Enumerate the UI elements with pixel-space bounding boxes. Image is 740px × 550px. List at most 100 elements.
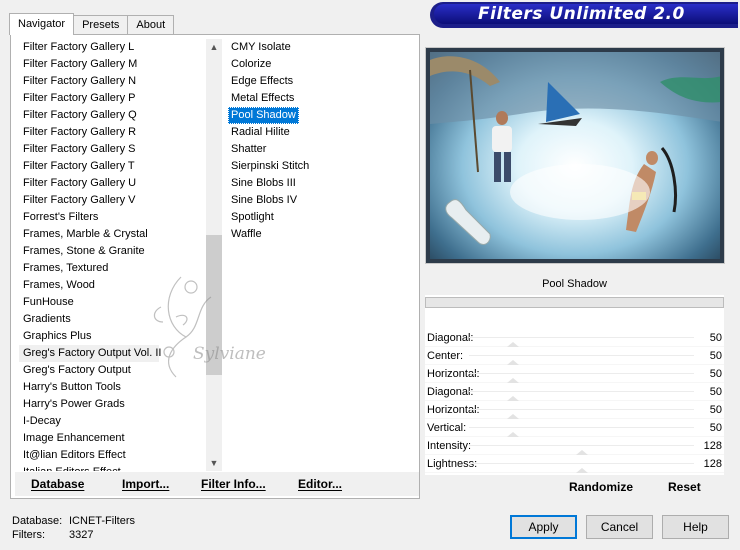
param-label: Diagonal: <box>427 332 474 344</box>
category-scrollbar[interactable]: ▲ ▼ <box>206 39 222 471</box>
param-value: 128 <box>703 458 722 470</box>
app-title: Filters Unlimited 2.0 <box>478 4 685 24</box>
category-list[interactable]: Filter Factory Gallery L Filter Factory G… <box>19 39 222 471</box>
param-slider[interactable]: Horizontal: 50 <box>425 401 724 419</box>
filter-item[interactable]: Edge Effects <box>228 73 418 90</box>
slider-track[interactable] <box>469 463 694 464</box>
param-sliders: Diagonal: 50 Center: 50 Horizontal: 50 Diagona… <box>425 329 724 473</box>
param-slider[interactable]: Vertical: 50 <box>425 419 724 437</box>
preview-scene <box>430 52 720 245</box>
filter-item[interactable]: Spotlight <box>228 209 418 226</box>
database-button[interactable]: Database <box>31 477 84 491</box>
slider-track[interactable] <box>469 427 694 428</box>
tab-about[interactable]: About <box>127 15 175 35</box>
param-label: Center: <box>427 350 464 362</box>
param-label: Horizontal: <box>427 368 480 380</box>
category-item[interactable]: Filter Factory Gallery M <box>19 56 222 73</box>
scroll-down-icon[interactable]: ▼ <box>206 455 222 471</box>
filters-count: 3327 <box>69 529 94 541</box>
title-banner: Filters Unlimited 2.0 <box>430 2 738 28</box>
category-item[interactable]: Harry's Button Tools <box>19 379 222 396</box>
param-slider[interactable]: Lightness: 128 <box>425 455 724 473</box>
help-button[interactable]: Help <box>662 515 729 539</box>
category-item[interactable]: Greg's Factory Output Vol. II <box>19 345 161 362</box>
progress-bar <box>425 297 724 308</box>
category-item[interactable]: Filter Factory Gallery T <box>19 158 222 175</box>
slider-track[interactable] <box>469 373 694 374</box>
filter-item[interactable]: Sine Blobs III <box>228 175 418 192</box>
param-value: 128 <box>703 440 722 452</box>
slider-track[interactable] <box>469 391 694 392</box>
category-item[interactable]: Italian Editors Effect <box>19 464 222 471</box>
database-value: ICNET-Filters <box>69 515 135 527</box>
category-item[interactable]: Frames, Textured <box>19 260 222 277</box>
param-label: Diagonal: <box>427 386 474 398</box>
tab-bar: Navigator Presets About <box>9 13 175 35</box>
param-value: 50 <box>709 422 722 434</box>
param-slider[interactable]: Center: 50 <box>425 347 724 365</box>
filters-label: Filters: <box>12 529 45 541</box>
category-item[interactable]: Filter Factory Gallery R <box>19 124 222 141</box>
filter-item[interactable]: Waffle <box>228 226 418 243</box>
slider-track[interactable] <box>469 409 694 410</box>
preview-image[interactable] <box>430 52 720 259</box>
param-slider[interactable]: Horizontal: 50 <box>425 365 724 383</box>
filter-item[interactable]: Metal Effects <box>228 90 418 107</box>
category-item[interactable]: Image Enhancement <box>19 430 222 447</box>
slider-thumb[interactable] <box>575 468 588 473</box>
category-item[interactable]: Frames, Stone & Granite <box>19 243 222 260</box>
filter-item[interactable]: Radial Hilite <box>228 124 418 141</box>
param-value: 50 <box>709 350 722 362</box>
category-item[interactable]: Graphics Plus <box>19 328 222 345</box>
param-value: 50 <box>709 332 722 344</box>
filter-item-selected[interactable]: Pool Shadow <box>228 107 299 124</box>
param-slider[interactable]: Diagonal: 50 <box>425 329 724 347</box>
param-value: 50 <box>709 368 722 380</box>
filter-item[interactable]: Colorize <box>228 56 418 73</box>
slider-track[interactable] <box>469 445 694 446</box>
param-slider[interactable]: Intensity: 128 <box>425 437 724 455</box>
category-item[interactable]: Frames, Wood <box>19 277 222 294</box>
category-item[interactable]: Greg's Factory Output <box>19 362 222 379</box>
import-button[interactable]: Import... <box>122 477 169 491</box>
randomize-button[interactable]: Randomize <box>569 480 633 494</box>
category-item[interactable]: Filter Factory Gallery L <box>19 39 222 56</box>
param-value: 50 <box>709 404 722 416</box>
reset-button[interactable]: Reset <box>668 480 701 494</box>
tab-presets[interactable]: Presets <box>73 15 129 35</box>
category-item[interactable]: Harry's Power Grads <box>19 396 222 413</box>
category-item[interactable]: Filter Factory Gallery V <box>19 192 222 209</box>
filter-list[interactable]: CMY Isolate Colorize Edge Effects Metal Eff… <box>228 39 418 471</box>
apply-button[interactable]: Apply <box>510 515 577 539</box>
navigator-panel: Filter Factory Gallery L Filter Factory G… <box>10 34 420 499</box>
param-label: Horizontal: <box>427 404 480 416</box>
parameters-panel: Pool Shadow Diagonal: 50 Center: 50 Horizont… <box>425 273 724 498</box>
filter-item[interactable]: CMY Isolate <box>228 39 418 56</box>
category-item[interactable]: Filter Factory Gallery U <box>19 175 222 192</box>
category-item[interactable]: I-Decay <box>19 413 222 430</box>
param-label: Vertical: <box>427 422 467 434</box>
tab-navigator[interactable]: Navigator <box>9 13 75 35</box>
category-item[interactable]: Filter Factory Gallery S <box>19 141 222 158</box>
scroll-thumb[interactable] <box>206 235 222 375</box>
category-item[interactable]: Filter Factory Gallery P <box>19 90 222 107</box>
category-item[interactable]: Frames, Marble & Crystal <box>19 226 222 243</box>
slider-track[interactable] <box>469 355 694 356</box>
filter-info-button[interactable]: Filter Info... <box>201 477 266 491</box>
status-area: Database: ICNET-Filters Filters: 3327 <box>12 514 135 542</box>
param-value: 50 <box>709 386 722 398</box>
category-item[interactable]: Filter Factory Gallery N <box>19 73 222 90</box>
filter-item[interactable]: Sierpinski Stitch <box>228 158 418 175</box>
category-item[interactable]: Gradients <box>19 311 222 328</box>
category-item[interactable]: It@lian Editors Effect <box>19 447 222 464</box>
category-item[interactable]: Forrest's Filters <box>19 209 222 226</box>
editor-button[interactable]: Editor... <box>298 477 342 491</box>
filter-item[interactable]: Shatter <box>228 141 418 158</box>
filter-item[interactable]: Sine Blobs IV <box>228 192 418 209</box>
slider-track[interactable] <box>469 337 694 338</box>
category-item[interactable]: Filter Factory Gallery Q <box>19 107 222 124</box>
cancel-button[interactable]: Cancel <box>586 515 653 539</box>
scroll-up-icon[interactable]: ▲ <box>206 39 222 55</box>
category-item[interactable]: FunHouse <box>19 294 222 311</box>
param-slider[interactable]: Diagonal: 50 <box>425 383 724 401</box>
